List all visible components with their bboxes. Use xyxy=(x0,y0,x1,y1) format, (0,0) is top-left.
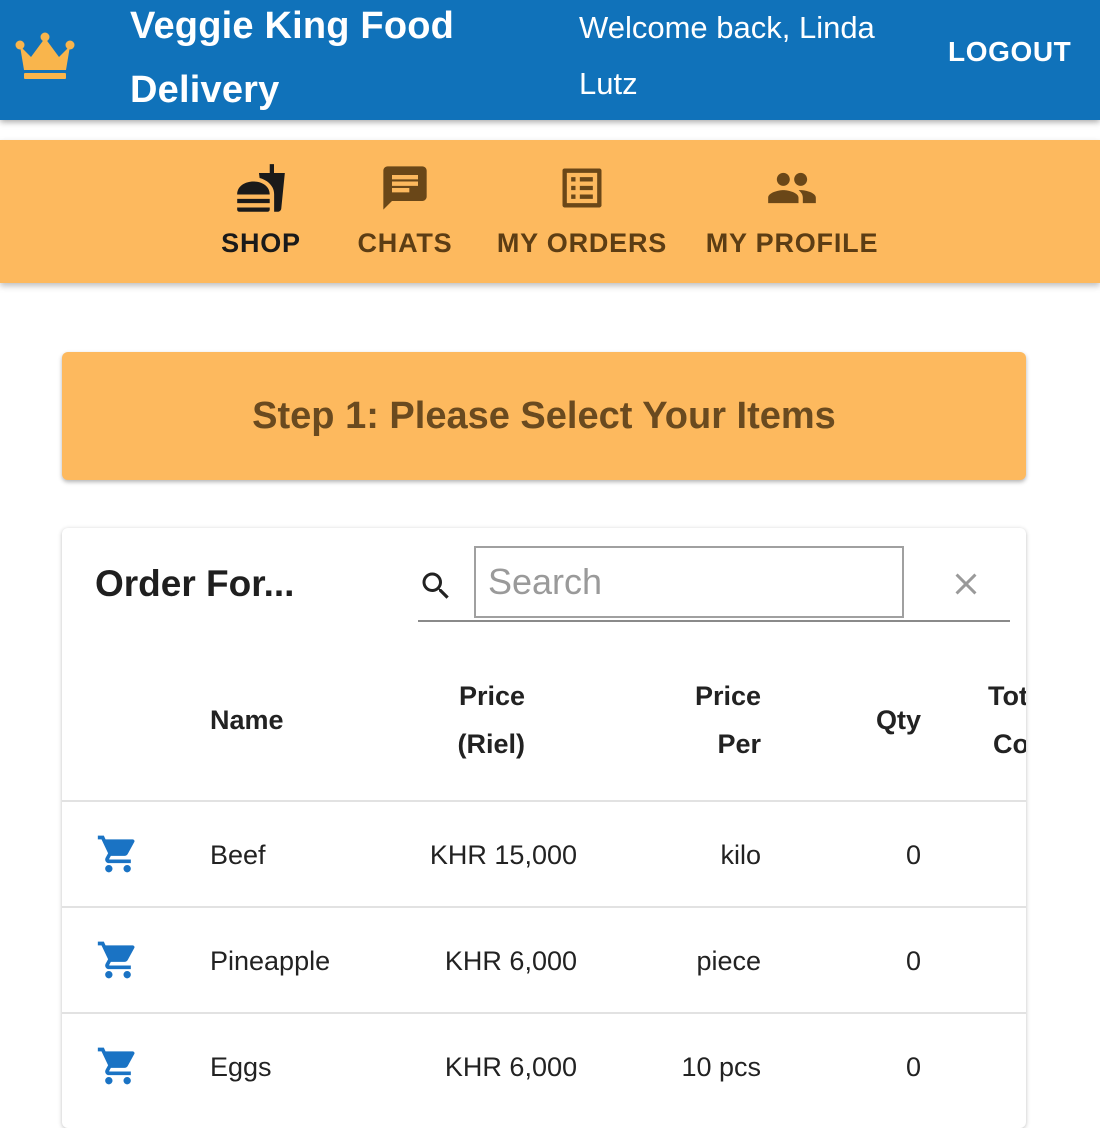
item-name: Pineapple xyxy=(210,946,331,976)
column-header-price[interactable]: Price (Riel) xyxy=(425,672,526,768)
item-price: KHR 6,000 xyxy=(444,1052,577,1082)
welcome-line2: Lutz xyxy=(579,66,638,101)
item-name: Eggs xyxy=(210,1052,272,1082)
close-icon[interactable] xyxy=(948,566,984,602)
item-price-per: 10 pcs xyxy=(681,1052,761,1082)
logout-button[interactable]: LOGOUT xyxy=(948,36,1071,68)
item-price: KHR 6,000 xyxy=(444,946,577,976)
item-qty: 0 xyxy=(905,1052,921,1082)
item-price-per: kilo xyxy=(720,840,761,870)
column-header-name[interactable]: Name xyxy=(210,696,284,744)
nav-label-my-orders: MY ORDERS xyxy=(496,228,668,258)
column-header-price-per[interactable]: Price Per xyxy=(661,672,761,768)
column-header-price-per-line2: Per xyxy=(717,729,761,759)
nav-item-chats[interactable]: CHATS xyxy=(352,140,458,283)
nav-label-my-profile: MY PROFILE xyxy=(705,228,879,258)
step-banner: Step 1: Please Select Your Items xyxy=(62,352,1026,480)
app-title-line1: Veggie King Food xyxy=(130,5,455,47)
search-icon[interactable] xyxy=(418,568,454,604)
app-title: Veggie King Food Delivery xyxy=(130,0,530,122)
nav-label-shop: SHOP xyxy=(221,228,301,258)
table-row: Beef KHR 15,000 kilo 0 xyxy=(62,800,1026,908)
chat-icon xyxy=(383,166,427,210)
nav-item-my-profile[interactable]: MY PROFILE xyxy=(704,140,880,283)
search-bar xyxy=(418,546,1010,622)
table-row: Pineapple KHR 6,000 piece 0 xyxy=(62,906,1026,1014)
app-title-line2: Delivery xyxy=(130,69,280,111)
item-qty: 0 xyxy=(905,840,921,870)
item-name: Beef xyxy=(210,840,266,870)
list-icon xyxy=(562,168,602,208)
main-nav: SHOP CHATS MY ORDERS MY PROFILE xyxy=(0,140,1100,283)
order-form-card: Order For... Name Price (Riel) Price Per… xyxy=(62,528,1026,1128)
column-header-price-line2: (Riel) xyxy=(457,729,526,759)
column-header-total-line1: Tot xyxy=(988,681,1026,711)
search-input[interactable] xyxy=(474,546,904,618)
fastfood-icon xyxy=(237,164,285,212)
column-header-qty[interactable]: Qty xyxy=(821,696,921,744)
column-header-price-line1: Price xyxy=(458,681,525,711)
item-price: KHR 15,000 xyxy=(429,840,577,870)
nav-item-my-orders[interactable]: MY ORDERS xyxy=(494,140,670,283)
add-to-cart-icon[interactable] xyxy=(96,938,140,982)
add-to-cart-icon[interactable] xyxy=(96,1044,140,1088)
table-row: Eggs KHR 6,000 10 pcs 0 xyxy=(62,1012,1026,1120)
crown-icon xyxy=(15,32,75,79)
add-to-cart-icon[interactable] xyxy=(96,832,140,876)
nav-item-shop[interactable]: SHOP xyxy=(210,140,312,283)
people-icon xyxy=(768,172,816,204)
column-header-total-cost[interactable]: Tot Co xyxy=(988,672,1026,768)
column-header-price-per-line1: Price xyxy=(694,681,761,711)
app-header: Veggie King Food Delivery Welcome back, … xyxy=(0,0,1100,120)
item-qty: 0 xyxy=(905,946,921,976)
item-price-per: piece xyxy=(696,946,761,976)
nav-label-chats: CHATS xyxy=(357,228,453,258)
column-header-total-line2: Co xyxy=(993,729,1026,759)
welcome-line1: Welcome back, Linda xyxy=(579,10,875,45)
order-form-title: Order For... xyxy=(95,563,295,604)
welcome-message: Welcome back, Linda Lutz xyxy=(579,0,909,112)
